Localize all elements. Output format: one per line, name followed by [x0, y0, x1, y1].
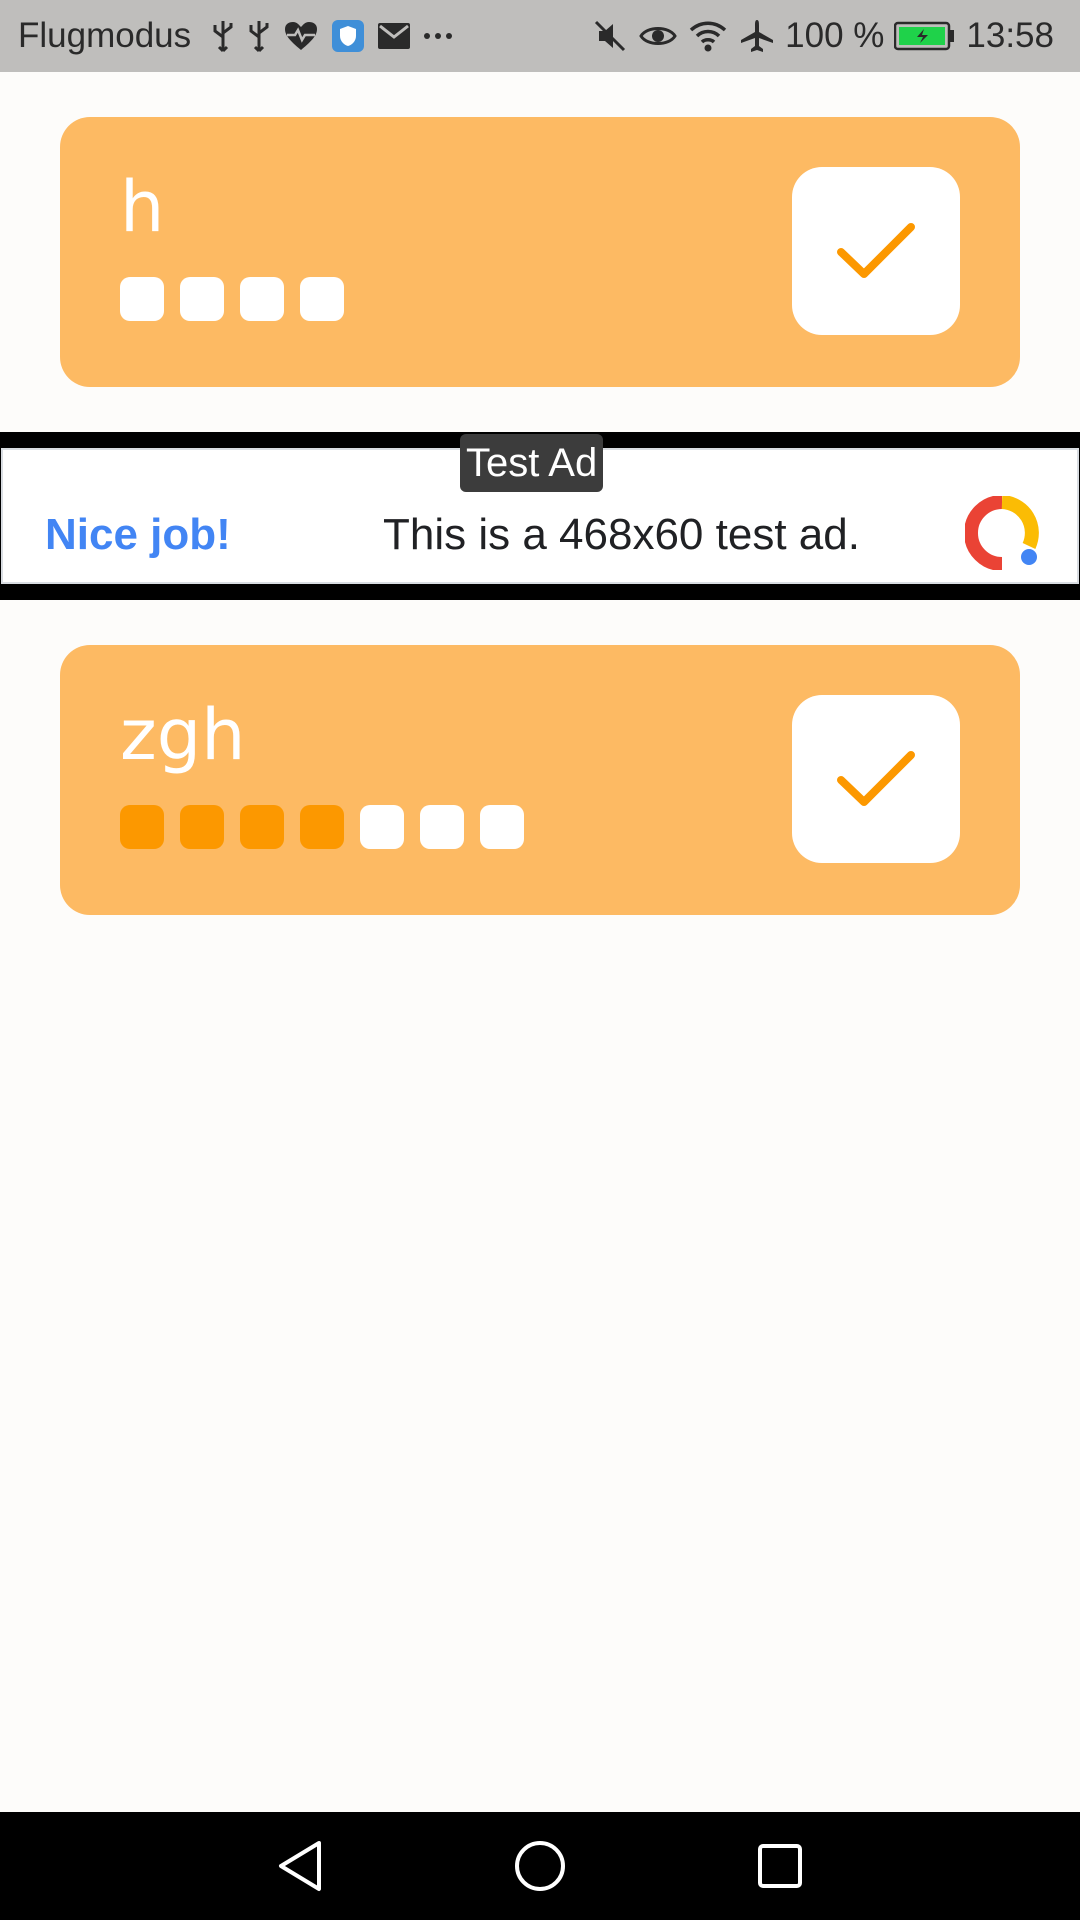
habit-title: h [120, 166, 165, 248]
status-time: 13:58 [966, 16, 1054, 55]
home-button[interactable] [480, 1812, 600, 1920]
battery-icon [894, 21, 956, 51]
status-bar-right: 100 % 13:58 [587, 16, 1058, 56]
status-bar-left: Flugmodus [18, 16, 459, 56]
mute-icon [593, 19, 627, 53]
airplane-icon [739, 18, 775, 54]
ad-text: This is a 468x60 test ad. [383, 510, 860, 559]
habit-title: zgh [120, 694, 246, 776]
progress-square-done [240, 805, 284, 849]
checkmark-icon [837, 751, 915, 806]
progress-square-done [120, 805, 164, 849]
shield-icon [331, 19, 365, 53]
usb-icon [247, 19, 271, 53]
habit-progress [120, 277, 360, 321]
recents-button[interactable] [720, 1812, 840, 1920]
ad-banner[interactable]: Test Ad Nice job! This is a 468x60 test … [0, 432, 1080, 600]
habit-check-button[interactable] [792, 695, 960, 863]
back-icon [279, 1841, 321, 1891]
checkmark-icon [837, 223, 915, 278]
progress-square-done [180, 805, 224, 849]
progress-square-done [300, 805, 344, 849]
wifi-icon [689, 20, 727, 52]
progress-square-empty [240, 277, 284, 321]
progress-square-empty [480, 805, 524, 849]
status-bar: Flugmodus 100 % 13:58 [0, 0, 1080, 72]
progress-square-empty [420, 805, 464, 849]
habit-progress [120, 805, 540, 849]
recents-icon [758, 1844, 802, 1888]
habit-check-button[interactable] [792, 167, 960, 335]
progress-square-empty [300, 277, 344, 321]
habit-card[interactable]: h [60, 117, 1020, 387]
back-button[interactable] [240, 1812, 360, 1920]
mail-icon [377, 22, 411, 50]
ad-logo-icon [964, 495, 1039, 575]
ad-cta[interactable]: Nice job! [45, 510, 231, 560]
home-icon [515, 1841, 565, 1891]
usb-icon [211, 19, 235, 53]
navigation-bar [0, 1812, 1080, 1920]
more-icon [423, 31, 453, 41]
habit-card[interactable]: zgh [60, 645, 1020, 915]
ad-tag-label: Test Ad [460, 434, 604, 492]
status-mode-text: Flugmodus [18, 16, 192, 55]
eye-icon [639, 22, 677, 50]
progress-square-empty [120, 277, 164, 321]
battery-percent: 100 % [785, 16, 885, 55]
progress-square-empty [360, 805, 404, 849]
progress-square-empty [180, 277, 224, 321]
heartbeat-icon [283, 20, 319, 52]
